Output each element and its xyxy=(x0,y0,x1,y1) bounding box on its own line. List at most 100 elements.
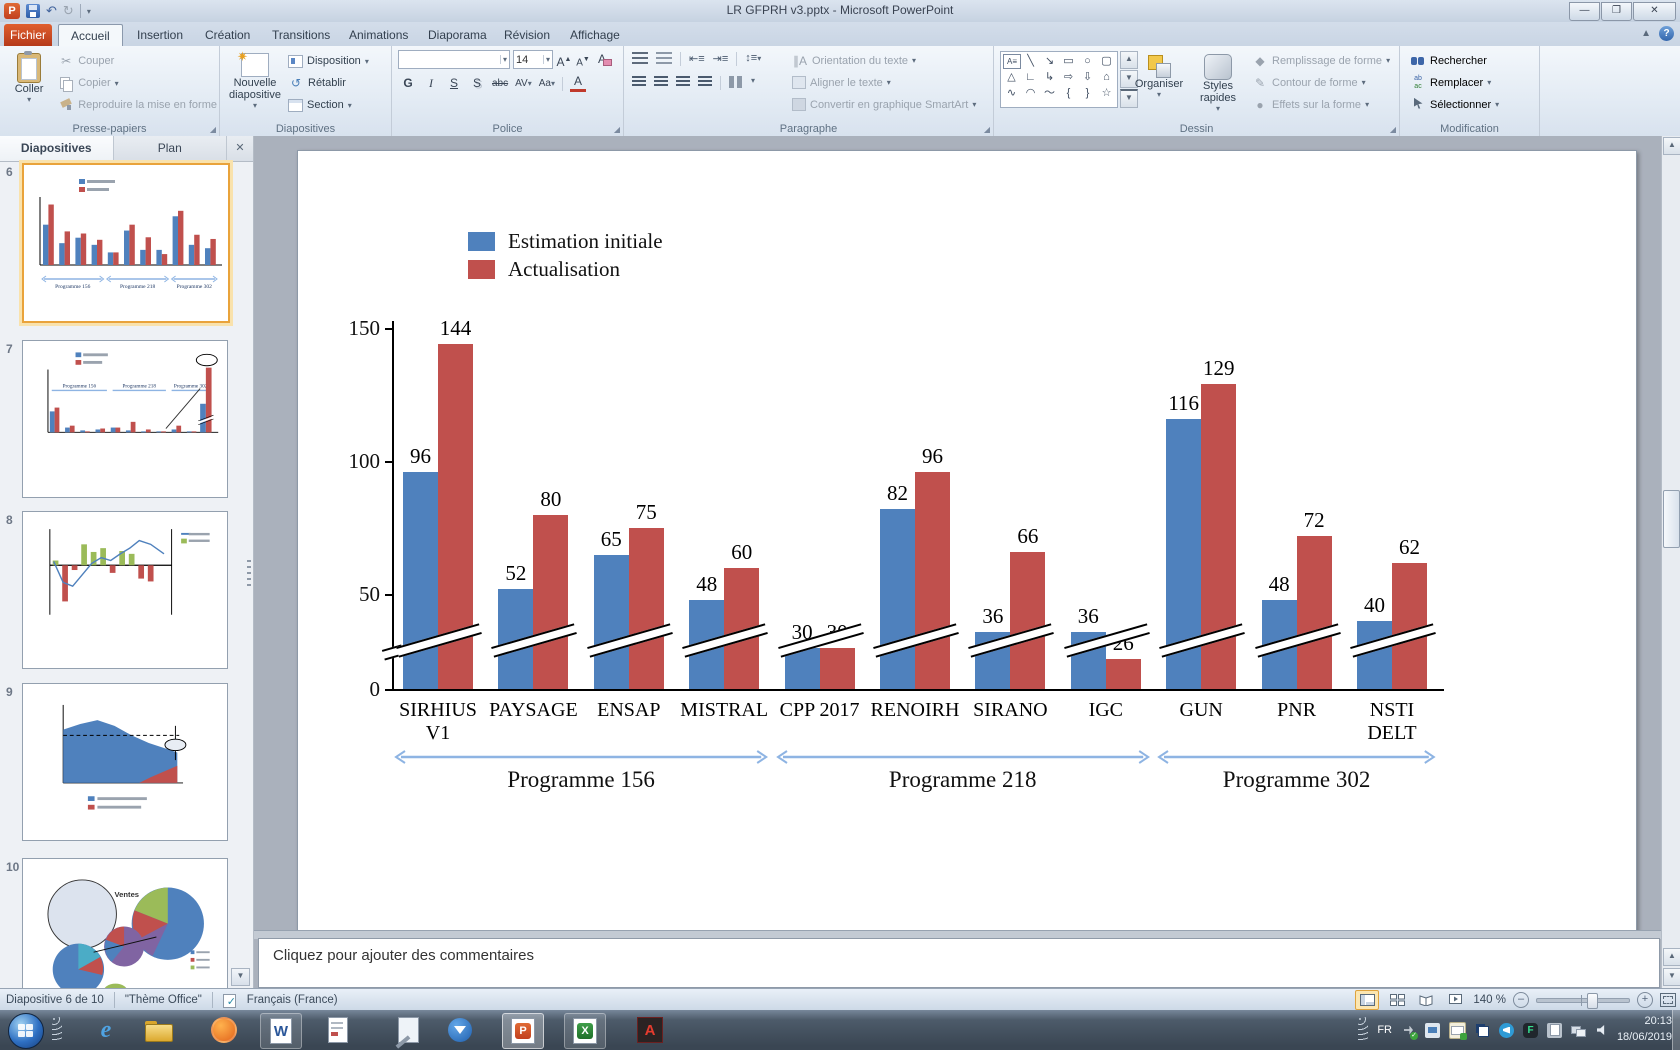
panel-close-icon[interactable]: ✕ xyxy=(227,136,253,161)
italic-button[interactable]: I xyxy=(423,75,439,92)
slideshow-view-button[interactable] xyxy=(1444,991,1466,1009)
align-right-icon[interactable] xyxy=(676,76,690,88)
bar-actual[interactable] xyxy=(1297,536,1332,689)
shape-scribble-icon[interactable]: ∿ xyxy=(1002,85,1021,101)
comments-pane[interactable]: Cliquez pour ajouter des commentaires xyxy=(258,938,1660,988)
normal-view-button[interactable] xyxy=(1355,990,1379,1010)
shrink-font-icon[interactable]: A▼ xyxy=(575,51,591,68)
decrease-indent-icon[interactable]: ⇤≡ xyxy=(689,52,705,66)
shape-triangle-icon[interactable]: △ xyxy=(1002,69,1021,85)
slide-canvas[interactable]: Estimation initialeActualisation 1501005… xyxy=(297,150,1637,934)
clipboard-dialog-launcher-icon[interactable]: ◢ xyxy=(210,125,216,134)
copy-button[interactable]: Copier▾ xyxy=(58,73,217,93)
language-indicator[interactable]: FR xyxy=(1377,1024,1392,1036)
format-painter-button[interactable]: Reproduire la mise en forme xyxy=(58,95,217,115)
shape-arc-icon[interactable]: ◠ xyxy=(1021,85,1040,101)
shape-effects-button[interactable]: ●Effets sur la forme▾ xyxy=(1252,95,1390,114)
quick-styles-button[interactable]: Styles rapides▾ xyxy=(1190,49,1246,113)
tab-revision[interactable]: Révision xyxy=(492,24,562,46)
shape-elbow-arrow-icon[interactable]: ↳ xyxy=(1040,69,1059,85)
tab-animations[interactable]: Animations xyxy=(337,24,420,46)
paste-button[interactable]: Coller ▾ xyxy=(4,48,54,115)
panel-scroll-down-icon[interactable]: ▼ xyxy=(231,968,250,986)
usb-device-icon[interactable]: ✓ xyxy=(1401,1023,1416,1038)
tab-insertion[interactable]: Insertion xyxy=(125,24,195,46)
windows-explorer-icon[interactable] xyxy=(138,1013,178,1047)
scrollbar-thumb[interactable] xyxy=(1663,490,1680,548)
slide-thumbnail-10[interactable]: Ventes xyxy=(22,858,228,988)
bar-initial[interactable] xyxy=(1357,621,1392,689)
notepad-icon[interactable] xyxy=(388,1013,428,1047)
columns-icon[interactable] xyxy=(729,76,743,88)
tab-transitions[interactable]: Transitions xyxy=(260,24,342,46)
shape-curve-icon[interactable]: ～ xyxy=(1040,85,1059,101)
taskbar-clock[interactable]: 20:13 18/06/2019 xyxy=(1617,1013,1672,1045)
slide-thumbnail-8[interactable] xyxy=(22,511,228,669)
paragraph-dialog-launcher-icon[interactable]: ◢ xyxy=(984,125,990,134)
strikethrough-button[interactable]: abc xyxy=(492,75,508,92)
tab-plan[interactable]: Plan xyxy=(114,136,228,161)
reading-view-button[interactable] xyxy=(1415,991,1437,1009)
shape-down-arrow-icon[interactable]: ⇩ xyxy=(1078,69,1097,85)
cut-button[interactable]: ✂Couper xyxy=(58,51,217,71)
vertical-scrollbar[interactable]: ▲ ▲ ▼ xyxy=(1661,136,1680,988)
zoom-level[interactable]: 140 % xyxy=(1473,994,1506,1006)
shape-star-icon[interactable]: ☆ xyxy=(1097,85,1116,101)
language-status[interactable]: Français (France) xyxy=(247,994,338,1006)
slide-thumbnail-9[interactable] xyxy=(22,683,228,841)
tab-fichier[interactable]: Fichier xyxy=(4,24,52,46)
fit-to-window-icon[interactable] xyxy=(1660,993,1676,1007)
align-text-button[interactable]: Aligner le texte▾ xyxy=(792,73,976,92)
shape-brace-right-icon[interactable]: } xyxy=(1078,85,1097,101)
layout-button[interactable]: Disposition▾ xyxy=(288,51,369,71)
tab-diaporama[interactable]: Diaporama xyxy=(416,24,499,46)
clipboard-tray-icon[interactable] xyxy=(1547,1023,1562,1038)
network-icon[interactable] xyxy=(1571,1023,1586,1038)
close-button[interactable]: ✕ xyxy=(1633,2,1676,21)
character-spacing-button[interactable]: AV▾ xyxy=(515,75,532,92)
text-orientation-button[interactable]: ∥AOrientation du texte▾ xyxy=(792,51,976,70)
shape-rectangle-icon[interactable]: ▭ xyxy=(1059,53,1078,69)
shape-line-icon[interactable]: ╲ xyxy=(1021,53,1040,69)
internet-explorer-icon[interactable]: e xyxy=(86,1013,126,1047)
shape-outline-button[interactable]: ✎Contour de forme▾ xyxy=(1252,73,1390,92)
line-spacing-icon[interactable]: ↕≡▾ xyxy=(745,52,761,66)
slide-sorter-view-button[interactable] xyxy=(1386,991,1408,1009)
minimize-button[interactable]: — xyxy=(1569,2,1600,21)
show-desktop-button[interactable] xyxy=(1672,1010,1680,1050)
zoom-slider-thumb[interactable] xyxy=(1587,993,1598,1009)
slide-thumbnail-7[interactable]: Programme 156Programme 218Programme 302 xyxy=(22,340,228,498)
zoom-out-icon[interactable]: – xyxy=(1513,992,1529,1008)
powerpoint-taskbar-icon[interactable]: P xyxy=(502,1013,544,1049)
slide-thumbnail-6[interactable]: Programme 156Programme 218Programme 302 xyxy=(22,163,230,323)
font-size-combo[interactable]: 14▾ xyxy=(513,50,553,69)
drawing-dialog-launcher-icon[interactable]: ◢ xyxy=(1390,125,1396,134)
font-dialog-launcher-icon[interactable]: ◢ xyxy=(614,125,620,134)
maximize-button[interactable]: ❐ xyxy=(1601,2,1632,21)
shape-arrow-icon[interactable]: ↘ xyxy=(1040,53,1059,69)
tab-diapositives[interactable]: Diapositives xyxy=(0,136,114,161)
tab-affichage[interactable]: Affichage xyxy=(558,24,632,46)
shapes-gallery[interactable]: A≡ ╲ ↘ ▭ ○ ▢ △ ∟ ↳ ⇨ ⇩ ⌂ ∿ ◠ ～ { } ☆ xyxy=(1000,51,1118,108)
spellcheck-icon[interactable]: ✓ xyxy=(223,993,237,1007)
text-shadow-button[interactable]: S xyxy=(469,75,485,92)
mail-icon[interactable] xyxy=(1449,1022,1466,1039)
previous-slide-icon[interactable]: ▲ xyxy=(1663,948,1680,966)
font-name-combo[interactable]: ▾ xyxy=(398,50,510,69)
shape-oval-icon[interactable]: ○ xyxy=(1078,53,1097,69)
tab-creation[interactable]: Création xyxy=(193,24,262,46)
section-button[interactable]: Section▾ xyxy=(288,95,369,115)
find-button[interactable]: Rechercher xyxy=(1410,51,1499,70)
word-icon[interactable]: W xyxy=(260,1013,302,1049)
shape-rounded-rect-icon[interactable]: ▢ xyxy=(1097,53,1116,69)
volume-icon[interactable] xyxy=(1595,1023,1610,1038)
excel-icon[interactable]: X xyxy=(564,1013,606,1049)
bar-actual[interactable] xyxy=(1010,552,1045,689)
shape-brace-left-icon[interactable]: { xyxy=(1059,85,1078,101)
font-color-button[interactable]: A xyxy=(570,75,586,92)
align-center-icon[interactable] xyxy=(654,76,668,88)
grow-font-icon[interactable]: A▲ xyxy=(556,51,572,68)
arrange-button[interactable]: Organiser▾ xyxy=(1130,49,1188,99)
new-slide-button[interactable]: ✷ Nouvelle diapositive ▾ xyxy=(224,48,286,115)
underline-button[interactable]: S xyxy=(446,75,462,92)
